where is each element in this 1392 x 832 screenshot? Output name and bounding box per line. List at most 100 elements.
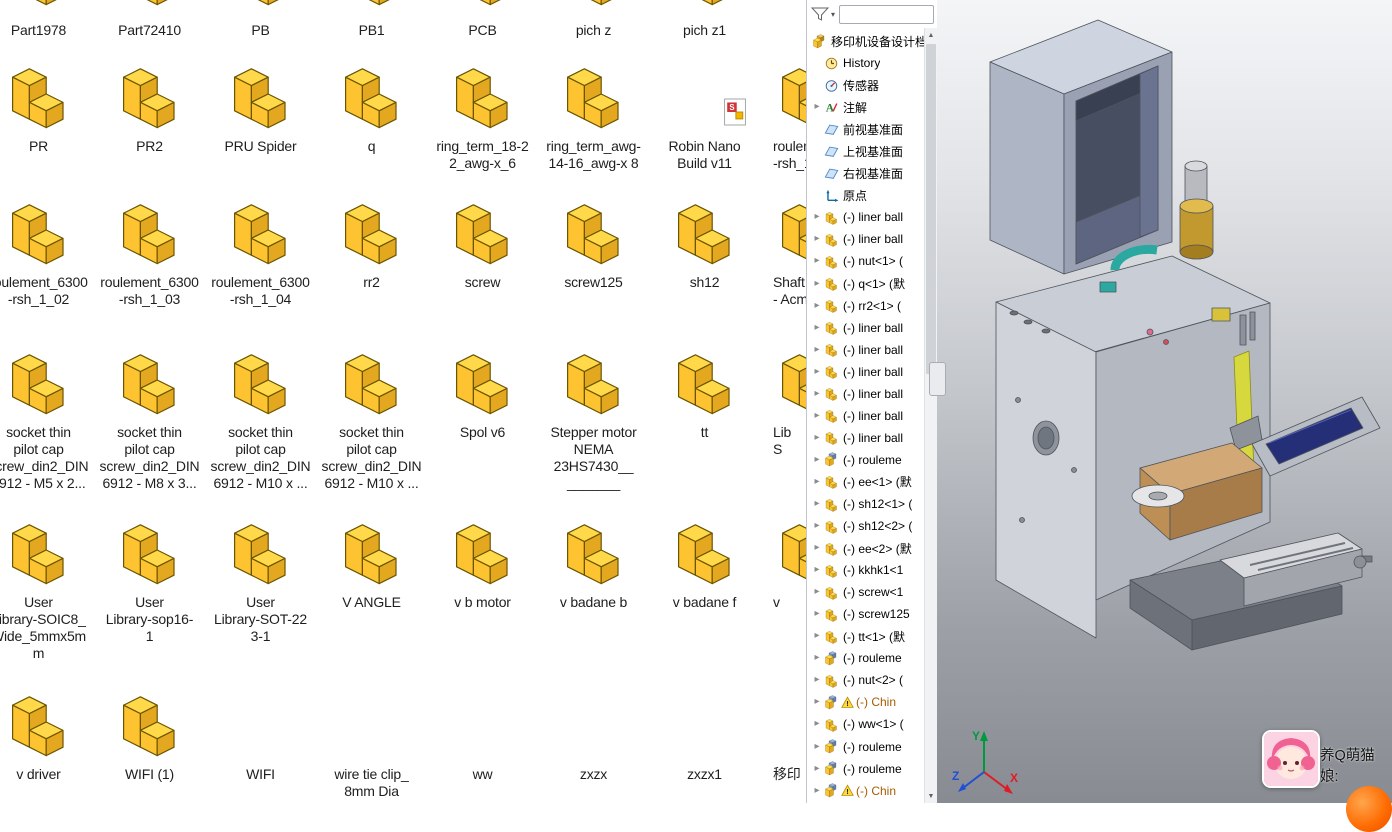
tree-item[interactable]: History — [807, 52, 924, 74]
tree-item[interactable]: ▸ (-) ee<2> (默 — [807, 537, 924, 559]
tree-item[interactable]: ▸ (-) liner ball — [807, 228, 924, 250]
tree-item[interactable]: ▸ (-) nut<2> ( — [807, 669, 924, 691]
expand-arrow-icon[interactable]: ▸ — [814, 279, 819, 289]
file-item[interactable]: socket thin pilot cap screw_din2_DIN 691… — [0, 330, 94, 500]
file-item[interactable]: User Library-SOT-22 3-1 — [205, 500, 316, 672]
file-item[interactable]: q — [316, 44, 427, 180]
expand-arrow-icon[interactable]: ▸ — [814, 477, 819, 487]
tree-item[interactable]: ▸ (-) liner ball — [807, 206, 924, 228]
tree-item[interactable]: ▸ (-) sh12<2> ( — [807, 515, 924, 537]
tree-item[interactable]: ▸ (-) q<1> (默 — [807, 273, 924, 295]
file-item[interactable]: rr2 — [316, 180, 427, 330]
file-item[interactable]: PR — [0, 44, 94, 180]
file-item[interactable]: socket thin pilot cap screw_din2_DIN 691… — [94, 330, 205, 500]
expand-arrow-icon[interactable]: ▸ — [814, 543, 819, 553]
expand-arrow-icon[interactable]: ▸ — [814, 675, 819, 685]
tree-item[interactable]: ▸ (-) rouleme — [807, 736, 924, 758]
file-item[interactable]: roulement_6300 -rsh_1_02 — [0, 180, 94, 330]
expand-arrow-icon[interactable]: ▸ — [814, 256, 819, 266]
expand-arrow-icon[interactable]: ▸ — [814, 433, 819, 443]
expand-arrow-icon[interactable]: ▸ — [814, 345, 819, 355]
tree-item[interactable]: ▸ (-) Chin — [807, 780, 924, 802]
file-item[interactable]: User Library-SOIC8_ Wide_5mmx5m m — [0, 500, 94, 672]
tree-item[interactable]: ▸ (-) ww<1> ( — [807, 713, 924, 735]
file-item[interactable]: User Library-sop16- 1 — [94, 500, 205, 672]
file-item[interactable]: ring_term_awg- 14-16_awg-x 8 — [538, 44, 649, 180]
expand-arrow-icon[interactable]: ▸ — [814, 609, 819, 619]
tree-item[interactable]: ▸ (-) Chin — [807, 691, 924, 713]
tree-item[interactable]: 移印机设备设计档 — [807, 30, 924, 52]
tree-item[interactable]: ▸ (-) liner ball — [807, 361, 924, 383]
expand-arrow-icon[interactable]: ▸ — [814, 631, 819, 641]
expand-arrow-icon[interactable]: ▸ — [814, 521, 819, 531]
tree-item[interactable]: ▸ (-) screw<1 — [807, 581, 924, 603]
file-item[interactable]: socket thin pilot cap screw_din2_DIN 691… — [205, 330, 316, 500]
expand-arrow-icon[interactable]: ▸ — [814, 323, 819, 333]
file-item[interactable]: Spol v6 — [427, 330, 538, 500]
tree-item[interactable]: 上视基准面 — [807, 140, 924, 162]
file-item[interactable]: roulement_6300 -rsh_1_03 — [94, 180, 205, 330]
tree-item[interactable]: ▸ (-) liner ball — [807, 339, 924, 361]
chat-avatar[interactable] — [1262, 730, 1320, 788]
tree-item[interactable]: ▸ (-) rouleme — [807, 758, 924, 780]
tree-item[interactable]: ▸ (-) rouleme — [807, 449, 924, 471]
file-item[interactable]: Part72410 — [94, 0, 205, 44]
file-item[interactable]: WIFI (1) — [94, 672, 205, 803]
expand-arrow-icon[interactable]: ▸ — [814, 234, 819, 244]
expand-arrow-icon[interactable]: ▸ — [814, 786, 819, 796]
file-item[interactable]: pich z — [538, 0, 649, 44]
tree-item[interactable]: ▸ (-) rr2<1> ( — [807, 295, 924, 317]
expand-arrow-icon[interactable]: ▸ — [814, 367, 819, 377]
expand-arrow-icon[interactable]: ▸ — [814, 653, 819, 663]
tree-item[interactable]: ▸ (-) screw125 — [807, 603, 924, 625]
expand-arrow-icon[interactable]: ▸ — [814, 411, 819, 421]
file-item[interactable]: v badane b — [538, 500, 649, 672]
tree-item[interactable]: ▸ (-) rouleme — [807, 647, 924, 669]
file-item[interactable]: Robin Nano Build v11 — [649, 44, 760, 180]
tree-item[interactable]: ▸ (-) sh12<1> ( — [807, 493, 924, 515]
file-item[interactable]: roulement_6300 -rsh_1_04 — [205, 180, 316, 330]
file-item[interactable]: PB1 — [316, 0, 427, 44]
tree-item[interactable]: ▸ (-) nut<1> ( — [807, 250, 924, 272]
file-item[interactable]: ww — [427, 672, 538, 803]
expand-arrow-icon[interactable]: ▸ — [814, 455, 819, 465]
file-item[interactable]: sh12 — [649, 180, 760, 330]
expand-arrow-icon[interactable]: ▸ — [814, 301, 819, 311]
file-item[interactable]: socket thin pilot cap screw_din2_DIN 691… — [316, 330, 427, 500]
scroll-thumb[interactable] — [926, 44, 936, 374]
expand-arrow-icon[interactable]: ▸ — [814, 742, 819, 752]
file-item[interactable]: pich z1 — [649, 0, 760, 44]
file-item[interactable]: PRU Spider — [205, 44, 316, 180]
file-item[interactable]: ring_term_18-2 2_awg-x_6 — [427, 44, 538, 180]
file-item[interactable]: zxzx — [538, 672, 649, 803]
file-item[interactable]: v driver — [0, 672, 94, 803]
tree-item[interactable]: ▸ 注解 — [807, 96, 924, 118]
scroll-up-button[interactable]: ▲ — [925, 28, 937, 42]
file-item[interactable]: screw — [427, 180, 538, 330]
tree-item[interactable]: ▸ (-) liner ball — [807, 317, 924, 339]
file-item[interactable]: v b motor — [427, 500, 538, 672]
app-logo-partial[interactable] — [1346, 786, 1392, 832]
expand-arrow-icon[interactable]: ▸ — [814, 587, 819, 597]
tree-item[interactable]: 右视基准面 — [807, 162, 924, 184]
filter-funnel-icon[interactable] — [811, 6, 829, 22]
file-item[interactable]: PB — [205, 0, 316, 44]
tree-item[interactable]: ▸ (-) tt<1> (默 — [807, 625, 924, 647]
tree-item[interactable]: ▸ (-) liner ball — [807, 427, 924, 449]
tree-item[interactable]: 前视基准面 — [807, 118, 924, 140]
expand-arrow-icon[interactable]: ▸ — [814, 764, 819, 774]
file-item[interactable]: PR2 — [94, 44, 205, 180]
tree-item[interactable]: ▸ (-) liner ball — [807, 383, 924, 405]
expand-arrow-icon[interactable]: ▸ — [814, 389, 819, 399]
file-item[interactable]: Stepper motor NEMA 23HS7430__ _______ — [538, 330, 649, 500]
file-item[interactable]: v badane f — [649, 500, 760, 672]
expand-arrow-icon[interactable]: ▸ — [814, 102, 819, 112]
file-item[interactable]: V ANGLE — [316, 500, 427, 672]
file-item[interactable]: wire tie clip_ 8mm Dia — [316, 672, 427, 803]
tree-item[interactable]: 传感器 — [807, 74, 924, 96]
file-item[interactable]: zxzx1 — [649, 672, 760, 803]
panel-splitter-handle[interactable] — [929, 362, 946, 396]
tree-item[interactable]: ▸ (-) liner ball — [807, 405, 924, 427]
tree-item[interactable]: ▸ (-) kkhk1<1 — [807, 559, 924, 581]
expand-arrow-icon[interactable]: ▸ — [814, 697, 819, 707]
